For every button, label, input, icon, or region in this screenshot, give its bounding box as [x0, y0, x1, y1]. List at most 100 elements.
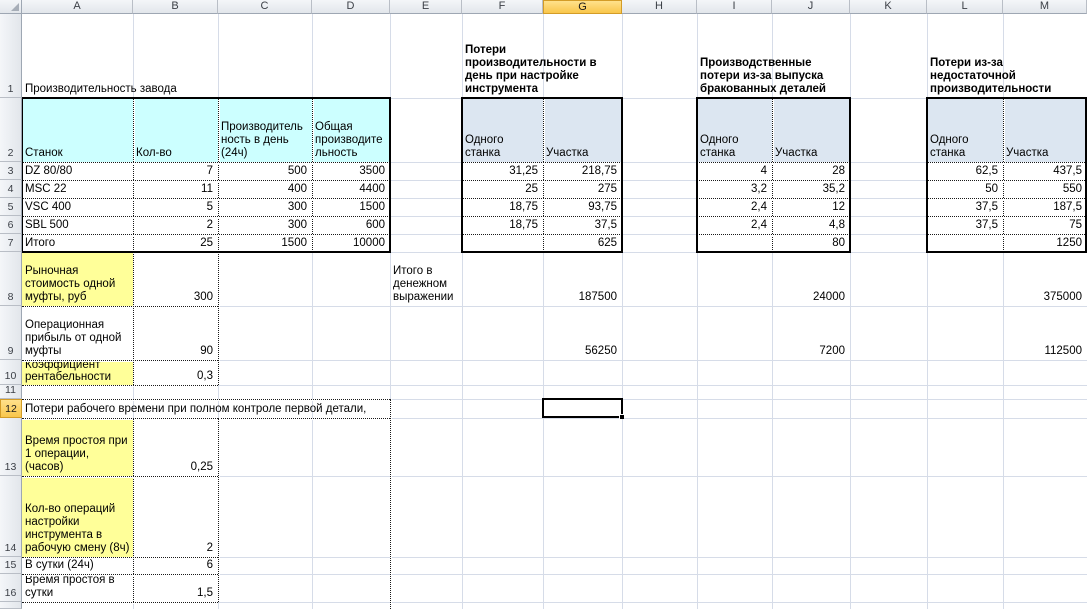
cell-defect-money[interactable]: 24000 — [772, 252, 850, 306]
cell-capacity-section[interactable]: 437,5 — [1003, 162, 1087, 180]
cell-machine-total[interactable]: 4400 — [312, 180, 390, 198]
cell-machine-name[interactable]: MSC 22 — [22, 180, 133, 198]
header-total-output[interactable]: Общая производительность — [312, 98, 390, 162]
header-qty[interactable]: Кол-во — [133, 98, 218, 162]
cell-machine-rate[interactable]: 300 — [218, 216, 312, 234]
cell-a12-section2-title[interactable]: Потери рабочего времени при полном контр… — [22, 399, 388, 418]
cell-idle-per-op-label[interactable]: Время простоя при 1 операции, (часов) — [22, 418, 133, 476]
cell-profitability-value[interactable]: 0,3 — [133, 360, 218, 385]
column-header-c[interactable]: C — [218, 0, 312, 14]
column-header-j[interactable]: J — [772, 0, 850, 14]
defect-header-per-section[interactable]: Участка — [772, 98, 850, 162]
row-header-15[interactable]: 15 — [0, 557, 22, 574]
select-all-corner[interactable] — [0, 0, 22, 14]
cell-capacity-machine[interactable]: 62,5 — [927, 162, 1003, 180]
row-header-9[interactable]: 9 — [0, 306, 22, 360]
cell-defect-section[interactable]: 4,8 — [772, 216, 850, 234]
column-header-g-selected[interactable]: G — [543, 0, 622, 14]
row-header-16[interactable]: 16 — [0, 574, 22, 602]
cell-capacity-machine[interactable]: 50 — [927, 180, 1003, 198]
cell-capacity-section[interactable]: 550 — [1003, 180, 1087, 198]
cell-market-price-label[interactable]: Рыночная стоимость одной муфты, руб — [22, 252, 133, 306]
cell-total-output[interactable]: 10000 — [312, 234, 390, 252]
tool-header-per-section[interactable]: Участка — [543, 98, 622, 162]
cell-ops-per-shift-label[interactable]: Кол-во операций настройки инструмента в … — [22, 476, 133, 557]
cell-capacity-money[interactable]: 375000 — [1003, 252, 1087, 306]
cell-i1-defect-losses-title[interactable]: Производственные потери из-за выпуска бр… — [697, 14, 850, 98]
row-header-14[interactable]: 14 — [0, 476, 22, 557]
column-header-l[interactable]: L — [927, 0, 1003, 14]
cell-capacity-profit[interactable]: 112500 — [1003, 306, 1087, 360]
cell-defect-machine[interactable]: 3,2 — [697, 180, 772, 198]
column-header-f[interactable]: F — [462, 0, 543, 14]
cell-total-qty[interactable]: 25 — [133, 234, 218, 252]
cell-idle-per-day-value[interactable]: 1,5 — [133, 574, 218, 602]
cell-total-rate[interactable]: 1500 — [218, 234, 312, 252]
cell-total-label[interactable]: Итого — [22, 234, 133, 252]
row-header-3[interactable]: 3 — [0, 162, 22, 180]
column-header-h[interactable]: H — [622, 0, 697, 14]
column-header-a[interactable]: A — [22, 0, 133, 14]
capacity-header-per-machine[interactable]: Одного станка — [927, 98, 1003, 162]
cell-money-total-label[interactable]: Итого в денежном выражении — [390, 252, 462, 306]
cell-op-profit-value[interactable]: 90 — [133, 306, 218, 360]
cell-defect-section[interactable]: 12 — [772, 198, 850, 216]
cell-a1-sheet-title[interactable]: Производительность завода — [22, 14, 362, 98]
cell-defect-machine[interactable]: 2,4 — [697, 198, 772, 216]
cell-capacity-machine[interactable]: 37,5 — [927, 216, 1003, 234]
cell-machine-rate[interactable]: 300 — [218, 198, 312, 216]
cell-op-profit-label[interactable]: Операционная прибыль от одной муфты — [22, 306, 133, 360]
cell-l1-capacity-losses-title[interactable]: Потери из-за недостаточной производитель… — [927, 14, 1087, 98]
fill-handle[interactable] — [619, 414, 624, 419]
active-cell-selection[interactable] — [542, 398, 624, 419]
cell-machine-qty[interactable]: 7 — [133, 162, 218, 180]
row-header-1[interactable]: 1 — [0, 14, 22, 98]
cell-defect-total[interactable]: 80 — [772, 234, 850, 252]
cell-ops-per-shift-value[interactable]: 2 — [133, 476, 218, 557]
row-header-2[interactable]: 2 — [0, 98, 22, 162]
column-header-k[interactable]: K — [850, 0, 927, 14]
cell-machine-qty[interactable]: 2 — [133, 216, 218, 234]
cell-machine-qty[interactable]: 11 — [133, 180, 218, 198]
tool-header-per-machine[interactable]: Одного станка — [462, 98, 543, 162]
column-header-d[interactable]: D — [312, 0, 390, 14]
cell-idle-per-day-label[interactable]: Время простоя в сутки — [22, 574, 133, 602]
cell-capacity-section[interactable]: 75 — [1003, 216, 1087, 234]
cell-tool-money[interactable]: 187500 — [543, 252, 622, 306]
cell-defect-profit[interactable]: 7200 — [772, 306, 850, 360]
cell-machine-rate[interactable]: 400 — [218, 180, 312, 198]
cell-machine-qty[interactable]: 5 — [133, 198, 218, 216]
defect-header-per-machine[interactable]: Одного станка — [697, 98, 772, 162]
cell-tool-total[interactable]: 625 — [543, 234, 622, 252]
cell-profitability-label[interactable]: Коэффициент рентабельности — [22, 360, 133, 385]
cell-defect-section[interactable]: 28 — [772, 162, 850, 180]
row-header-12-selected[interactable]: 12 — [0, 399, 22, 418]
cell-idle-per-op-value[interactable]: 0,25 — [133, 418, 218, 476]
column-header-e[interactable]: E — [390, 0, 462, 14]
row-header-6[interactable]: 6 — [0, 216, 22, 234]
cell-tool-machine[interactable]: 18,75 — [462, 216, 543, 234]
cell-tool-section[interactable]: 37,5 — [543, 216, 622, 234]
cell-per-day-label[interactable]: В сутки (24ч) — [22, 557, 133, 574]
cell-tool-section[interactable]: 275 — [543, 180, 622, 198]
cell-tool-profit[interactable]: 56250 — [543, 306, 622, 360]
cell-tool-machine[interactable]: 25 — [462, 180, 543, 198]
row-header-7[interactable]: 7 — [0, 234, 22, 252]
row-header-5[interactable]: 5 — [0, 198, 22, 216]
cell-tool-machine[interactable]: 31,25 — [462, 162, 543, 180]
row-header-13[interactable]: 13 — [0, 418, 22, 476]
cell-machine-total[interactable]: 3500 — [312, 162, 390, 180]
cell-machine-total[interactable]: 600 — [312, 216, 390, 234]
cell-tool-machine[interactable]: 18,75 — [462, 198, 543, 216]
cell-market-price-value[interactable]: 300 — [133, 252, 218, 306]
cell-machine-rate[interactable]: 500 — [218, 162, 312, 180]
header-machine[interactable]: Станок — [22, 98, 133, 162]
cell-f1-tool-losses-title[interactable]: Потери производительности в день при нас… — [462, 14, 622, 98]
cell-machine-name[interactable]: VSC 400 — [22, 198, 133, 216]
column-header-i[interactable]: I — [697, 0, 772, 14]
cell-defect-machine[interactable]: 4 — [697, 162, 772, 180]
row-header-11[interactable]: 11 — [0, 385, 22, 399]
row-header-4[interactable]: 4 — [0, 180, 22, 198]
row-header-17-partial[interactable] — [0, 602, 22, 609]
column-header-b[interactable]: B — [133, 0, 218, 14]
